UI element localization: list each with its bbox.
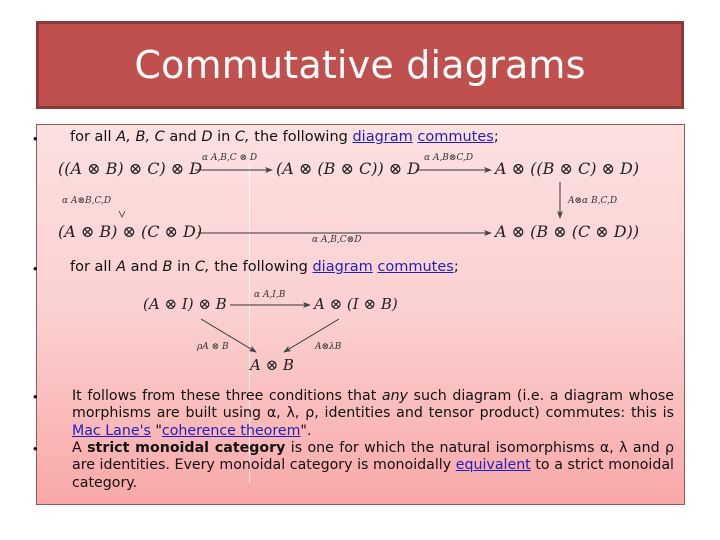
text: the following (249, 129, 353, 145)
slide-title: Commutative diagrams (134, 43, 586, 87)
triangle-label-left: ρA ⊗ B (197, 342, 229, 352)
pentagon-label-top2: α A,B⊗C,D (424, 153, 474, 163)
text: the following (209, 259, 313, 275)
pentagon-label-left: α A⊗B,C,D (62, 196, 112, 206)
pentagon-node-top-left: ((A ⊗ B) ⊗ C) ⊗ D (58, 159, 203, 178)
pentagon-label-right: A⊗α B,C,D (568, 196, 618, 206)
pentagon-label-top1: α A,B,C ⊗ D (202, 153, 258, 163)
var: A, B, C (116, 129, 165, 145)
commutes-link[interactable]: commutes (377, 259, 453, 275)
text-emphasis: any (381, 388, 408, 404)
text: ". (300, 422, 312, 439)
commutes-link[interactable]: commutes (417, 129, 493, 145)
pentagon-node-top-right: A ⊗ ((B ⊗ C) ⊗ D) (495, 159, 640, 178)
text: for all (70, 259, 117, 275)
slide-title-banner: Commutative diagrams (36, 21, 684, 109)
text: A (72, 440, 88, 456)
text: and (126, 259, 163, 275)
triangle-node-top-right: A ⊗ (I ⊗ B) (314, 295, 398, 313)
var: A (116, 259, 127, 275)
bullet-dot: • (33, 389, 38, 404)
pentagon-node-bottom-left: (A ⊗ B) ⊗ (C ⊗ D) (58, 222, 203, 241)
coherence-theorem-link[interactable]: coherence theorem (162, 423, 301, 439)
bullet-dot: • (33, 261, 38, 276)
bullet-dot: • (33, 131, 38, 146)
triangle-label-right: A⊗λB (315, 342, 342, 352)
text: in (172, 259, 195, 275)
var: B (162, 259, 173, 275)
mac-lane-link[interactable]: Mac Lane's (72, 423, 151, 439)
text: and (164, 129, 202, 145)
text: It follows from these three conditions t… (72, 388, 382, 404)
diagram-link[interactable]: diagram (352, 129, 412, 145)
var: D (201, 129, 213, 145)
text: " (150, 422, 162, 439)
term-strict-monoidal-category: strict monoidal category (87, 440, 286, 456)
equivalent-link[interactable]: equivalent (456, 457, 531, 473)
text: ; (493, 129, 499, 145)
triangle-label-top: α A,I,B (254, 290, 286, 300)
coherence-paragraph: It follows from these three conditions t… (72, 388, 674, 440)
pentagon-label-bottom: α A,B,C⊗D (312, 235, 362, 245)
bullet-dot: • (33, 441, 38, 456)
strict-monoidal-paragraph: A strict monoidal category is one for wh… (72, 440, 674, 492)
pentagon-node-bottom-right: A ⊗ (B ⊗ (C ⊗ D)) (495, 222, 640, 241)
triangle-node-bottom: A ⊗ B (250, 356, 294, 374)
diagram-link[interactable]: diagram (312, 259, 372, 275)
text: in (212, 129, 235, 145)
var: C, (234, 129, 250, 145)
pentagon-node-top-mid: (A ⊗ (B ⊗ C)) ⊗ D (276, 159, 421, 178)
triangle-node-top-left: (A ⊗ I) ⊗ B (143, 295, 227, 313)
var: C, (194, 259, 210, 275)
text: for all (70, 129, 117, 145)
text: ; (453, 259, 459, 275)
